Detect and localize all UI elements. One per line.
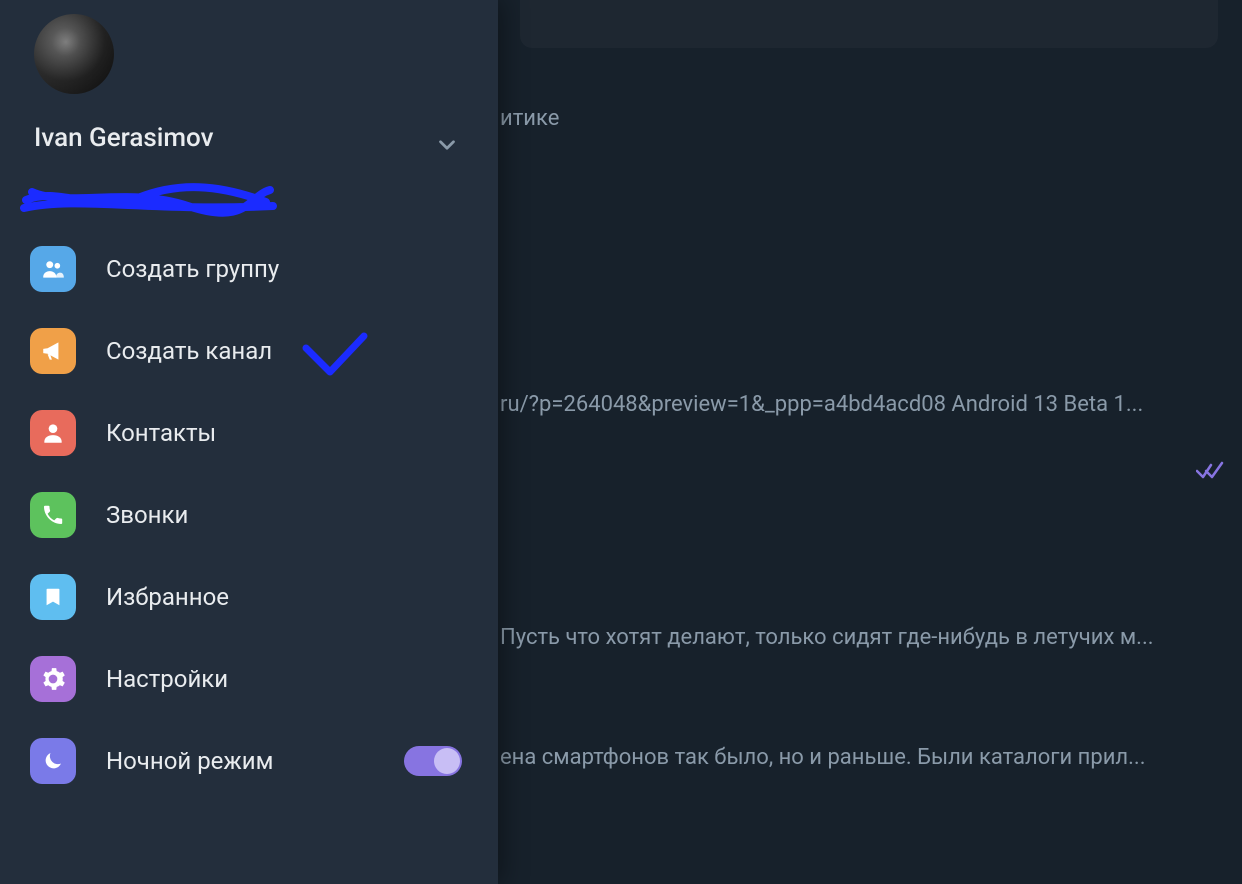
profile-name: Ivan Gerasimov	[34, 123, 214, 153]
phone-icon	[30, 492, 76, 538]
bookmark-icon	[30, 574, 76, 620]
profile-row[interactable]: Ivan Gerasimov	[0, 94, 498, 158]
menu-item-settings[interactable]: Настройки	[0, 642, 498, 716]
redaction-scribble	[18, 178, 278, 222]
menu-item-new-channel[interactable]: Создать канал	[0, 314, 498, 388]
megaphone-icon	[30, 328, 76, 374]
chat-text-fragment: итике	[500, 106, 1218, 131]
gear-icon	[30, 656, 76, 702]
night-mode-toggle[interactable]	[404, 746, 462, 776]
menu-list: Создать группу Создать канал Контакты Зв…	[0, 232, 498, 798]
menu-label: Контакты	[106, 419, 216, 447]
menu-label: Ночной режим	[106, 747, 273, 775]
chat-text-fragment: ена смартфонов так было, но и раньше. Бы…	[500, 745, 1218, 770]
chat-text-fragment: ru/?p=264048&preview=1&_ppp=a4bd4acd08 A…	[500, 392, 1218, 417]
toggle-knob	[434, 748, 460, 774]
main-menu-drawer: Ivan Gerasimov Создать группу Создать ка…	[0, 0, 498, 884]
menu-item-new-group[interactable]: Создать группу	[0, 232, 498, 306]
menu-label: Создать канал	[106, 337, 272, 365]
menu-item-calls[interactable]: Звонки	[0, 478, 498, 552]
chat-text-fragment: Пусть что хотят делают, только сидят где…	[500, 625, 1218, 650]
person-icon	[30, 410, 76, 456]
avatar[interactable]	[34, 14, 114, 94]
chevron-down-icon[interactable]	[434, 132, 460, 158]
menu-label: Избранное	[106, 583, 229, 611]
menu-item-night-mode[interactable]: Ночной режим	[0, 724, 498, 798]
menu-item-saved[interactable]: Избранное	[0, 560, 498, 634]
moon-icon	[30, 738, 76, 784]
read-checkmarks-icon	[1196, 458, 1224, 486]
menu-item-contacts[interactable]: Контакты	[0, 396, 498, 470]
menu-label: Звонки	[106, 501, 188, 529]
menu-label: Создать группу	[106, 255, 279, 283]
group-icon	[30, 246, 76, 292]
menu-label: Настройки	[106, 665, 228, 693]
search-bar-fragment	[520, 0, 1218, 48]
